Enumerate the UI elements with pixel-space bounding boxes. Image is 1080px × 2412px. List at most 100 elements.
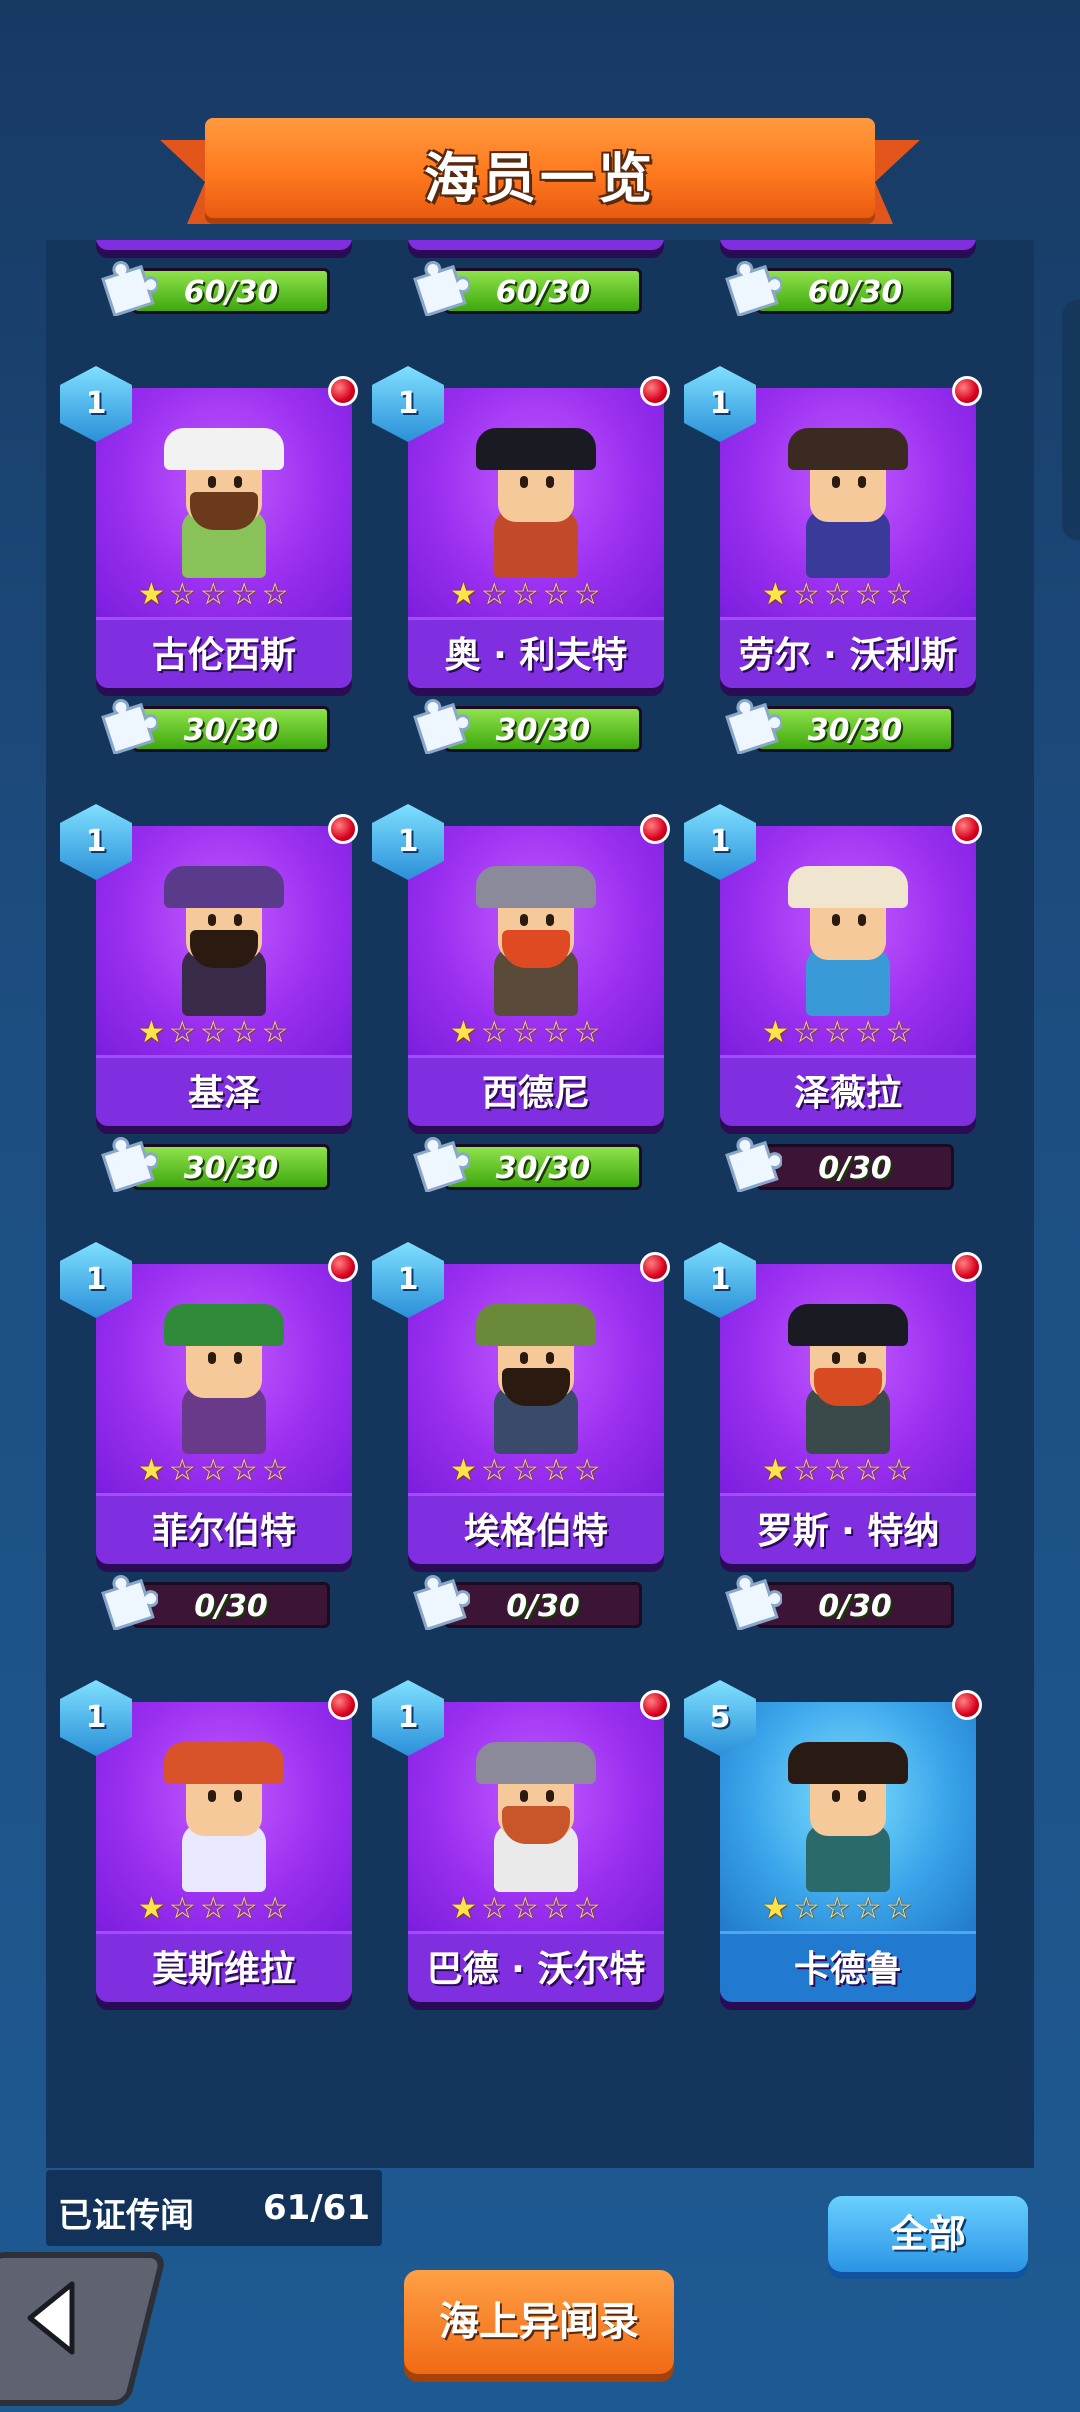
crew-name-bar: 卡德鲁 [720, 1931, 976, 2002]
star-icon: ☆ [230, 577, 258, 612]
crew-portrait-card[interactable]: ★ ☆ ☆ ☆ ☆ 西德尼 [408, 826, 664, 1126]
crew-portrait: ★ ☆ ☆ ☆ ☆ [96, 1702, 352, 1937]
crew-portrait-card[interactable]: ★ ☆ ☆ ☆ ☆ 泽薇拉 [720, 826, 976, 1126]
crew-portrait-card[interactable]: ★ ☆ ☆ ☆ ☆ 基泽 [96, 826, 352, 1126]
crew-name-bar: 劳尔 · 沃利斯 [720, 617, 976, 688]
crew-character-art [164, 1742, 284, 1892]
crew-card[interactable]: ★ ☆ ☆ ☆ ☆ 莫斯维拉 1 [46, 1680, 358, 2122]
star-icon: ★ [450, 1453, 477, 1488]
red-dot-icon [952, 376, 982, 406]
star-icon: ☆ [261, 1015, 289, 1050]
crew-character-art [476, 1304, 596, 1454]
crew-level: 1 [709, 386, 731, 421]
red-dot-icon [952, 1690, 982, 1720]
crew-name-bar: 布丽娜 [96, 240, 352, 250]
star-icon: ☆ [199, 577, 227, 612]
crew-name-bar: 巴德 · 沃尔特 [408, 1931, 664, 2002]
star-icon: ☆ [199, 1015, 227, 1050]
crew-card[interactable]: ★ ☆ ☆ ☆ ☆ 泽薇拉 1 0/30 [670, 804, 982, 1246]
crew-portrait-card[interactable]: ★ ☆ ☆ ☆ ☆ 埃格伯特 [408, 1264, 664, 1564]
crew-name-bar: 菲尔伯特 [96, 1493, 352, 1564]
crew-name: 泽薇拉 [793, 1073, 902, 1114]
crew-character-art [788, 428, 908, 578]
crew-portrait-card[interactable]: ★ ☆ ☆ ☆ ☆ 菲尔伯特 [96, 1264, 352, 1564]
star-icon: ☆ [792, 577, 820, 612]
crew-portrait-card[interactable]: ★ ☆ ☆ ☆ ☆ 罗斯 · 特纳 [720, 1264, 976, 1564]
crew-portrait-card[interactable]: ★ ☆ ☆ ☆ ☆ 卡德鲁 [720, 1702, 976, 2002]
star-rating: ★ ☆ ☆ ☆ ☆ [138, 578, 318, 614]
red-dot-icon [328, 1690, 358, 1720]
star-icon: ★ [450, 1015, 477, 1050]
crew-character-art [164, 428, 284, 578]
crew-card[interactable]: ★☆☆☆☆布丽娜 60/30 [46, 240, 358, 370]
star-icon: ☆ [261, 1891, 289, 1926]
shard-progress-bar: 0/30 [756, 1144, 954, 1190]
crew-portrait-card[interactable]: ★ ☆ ☆ ☆ ☆ 莫斯维拉 [96, 1702, 352, 2002]
crew-portrait: ★ ☆ ☆ ☆ ☆ [96, 826, 352, 1061]
crew-name: 劳尔 · 沃利斯 [738, 635, 958, 676]
crew-card[interactable]: ★ ☆ ☆ ☆ ☆ 埃格伯特 1 0/30 [358, 1242, 670, 1684]
crew-card[interactable]: ★ ☆ ☆ ☆ ☆ 巴德 · 沃尔特 1 [358, 1680, 670, 2122]
red-dot-icon [328, 814, 358, 844]
crew-card[interactable]: ★ ☆ ☆ ☆ ☆ 卡德鲁 5 [670, 1680, 982, 2122]
star-icon: ☆ [168, 1015, 196, 1050]
star-icon: ☆ [261, 577, 289, 612]
crew-name: 埃格伯特 [463, 1511, 608, 1552]
puzzle-piece-icon [408, 692, 472, 756]
crew-character-art [476, 428, 596, 578]
crew-card[interactable]: ★☆☆☆☆阿特伍德 60/30 [358, 240, 670, 370]
sea-legends-button[interactable]: 海上异闻录 [404, 2270, 674, 2374]
star-icon: ☆ [542, 1453, 570, 1488]
proven-rumors-box: 已证传闻 61/61 [46, 2170, 382, 2246]
crew-card[interactable]: ★ ☆ ☆ ☆ ☆ 基泽 1 30/30 [46, 804, 358, 1246]
crew-name: 菲尔伯特 [151, 1511, 296, 1552]
crew-card[interactable]: ★ ☆ ☆ ☆ ☆ 罗斯 · 特纳 1 0/30 [670, 1242, 982, 1684]
red-dot-icon [640, 1690, 670, 1720]
star-icon: ★ [762, 1891, 789, 1926]
all-filter-button[interactable]: 全部 [828, 2196, 1028, 2272]
crew-card[interactable]: ★ ☆ ☆ ☆ ☆ 古伦西斯 1 30/30 [46, 366, 358, 808]
crew-level: 5 [709, 1700, 731, 1735]
crew-portrait-card[interactable]: ★ ☆ ☆ ☆ ☆ 奥 · 利夫特 [408, 388, 664, 688]
crew-name: 基泽 [187, 1073, 260, 1114]
crew-card[interactable]: ★ ☆ ☆ ☆ ☆ 奥 · 利夫特 1 30/30 [358, 366, 670, 808]
crew-character-art [476, 1742, 596, 1892]
shard-progress-bar: 30/30 [132, 706, 330, 752]
star-icon: ☆ [823, 1015, 851, 1050]
side-scroll-tab[interactable] [1062, 300, 1080, 540]
page-title: 海员一览 [424, 147, 656, 210]
crew-card[interactable]: ★☆☆☆☆摩尔 · 马洛里 60/30 [670, 240, 982, 370]
puzzle-piece-icon [96, 1130, 160, 1194]
crew-card[interactable]: ★ ☆ ☆ ☆ ☆ 菲尔伯特 1 0/30 [46, 1242, 358, 1684]
shard-progress-text: 0/30 [818, 1151, 892, 1186]
crew-portrait-card[interactable]: ★☆☆☆☆摩尔 · 马洛里 [720, 240, 976, 250]
crew-portrait-card[interactable]: ★ ☆ ☆ ☆ ☆ 巴德 · 沃尔特 [408, 1702, 664, 2002]
star-icon: ☆ [511, 577, 539, 612]
crew-name-bar: 罗斯 · 特纳 [720, 1493, 976, 1564]
crew-portrait-card[interactable]: ★ ☆ ☆ ☆ ☆ 劳尔 · 沃利斯 [720, 388, 976, 688]
crew-character-art [476, 866, 596, 1016]
star-icon: ☆ [168, 577, 196, 612]
crew-card[interactable]: ★ ☆ ☆ ☆ ☆ 西德尼 1 30/30 [358, 804, 670, 1246]
star-rating: ★ ☆ ☆ ☆ ☆ [450, 1892, 630, 1928]
crew-portrait-card[interactable]: ★☆☆☆☆布丽娜 [96, 240, 352, 250]
crew-scroll-panel[interactable]: ★☆☆☆☆布丽娜60/30★☆☆☆☆阿特伍德60/30★☆☆☆☆摩尔 · 马洛里… [46, 240, 1034, 2168]
back-arrow-icon[interactable] [22, 2278, 82, 2358]
star-icon: ☆ [199, 1453, 227, 1488]
puzzle-piece-icon [408, 254, 472, 318]
crew-name: 古伦西斯 [151, 635, 296, 676]
red-dot-icon [952, 814, 982, 844]
crew-portrait-card[interactable]: ★☆☆☆☆阿特伍德 [408, 240, 664, 250]
crew-name-bar: 奥 · 利夫特 [408, 617, 664, 688]
shard-progress-text: 0/30 [194, 1589, 268, 1624]
crew-portrait: ★ ☆ ☆ ☆ ☆ [720, 1702, 976, 1937]
crew-name-bar: 西德尼 [408, 1055, 664, 1126]
shard-progress-bar: 60/30 [756, 268, 954, 314]
red-dot-icon [328, 376, 358, 406]
crew-name: 巴德 · 沃尔特 [426, 1949, 646, 1990]
star-icon: ★ [138, 1891, 165, 1926]
crew-card[interactable]: ★ ☆ ☆ ☆ ☆ 劳尔 · 沃利斯 1 30/30 [670, 366, 982, 808]
star-icon: ☆ [573, 1891, 601, 1926]
crew-portrait-card[interactable]: ★ ☆ ☆ ☆ ☆ 古伦西斯 [96, 388, 352, 688]
crew-portrait: ★ ☆ ☆ ☆ ☆ [408, 1264, 664, 1499]
